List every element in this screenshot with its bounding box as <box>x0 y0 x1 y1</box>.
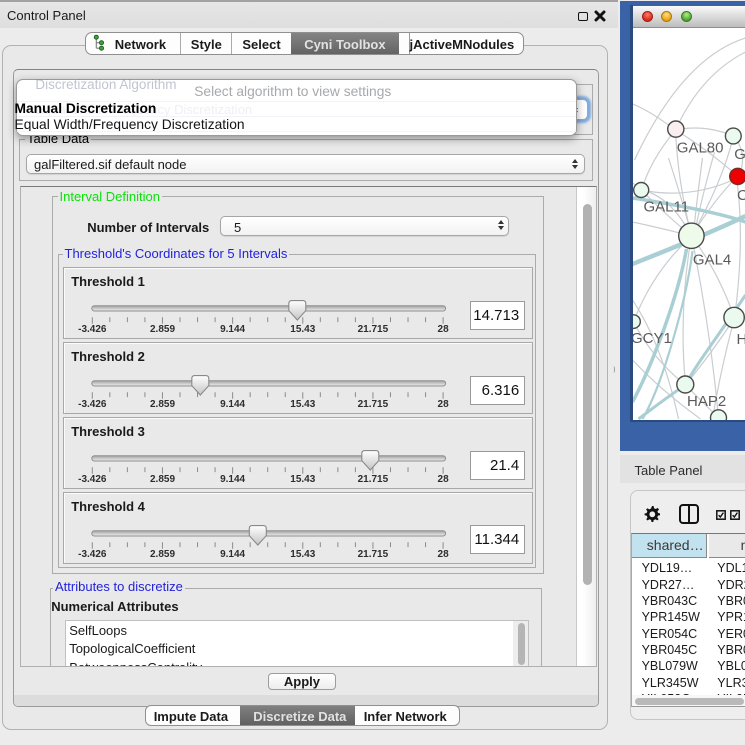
svg-text:21.715: 21.715 <box>357 474 388 485</box>
svg-text:21.715: 21.715 <box>357 399 388 410</box>
svg-text:HAP2: HAP2 <box>687 393 726 410</box>
svg-text:GAL11: GAL11 <box>643 199 689 216</box>
svg-text:9.144: 9.144 <box>220 324 245 335</box>
svg-text:21.715: 21.715 <box>357 549 388 560</box>
svg-text:C: C <box>737 187 745 204</box>
svg-text:2.859: 2.859 <box>150 399 175 410</box>
svg-text:9.144: 9.144 <box>220 474 245 485</box>
svg-text:15.43: 15.43 <box>290 549 315 560</box>
svg-text:H: H <box>736 331 745 348</box>
svg-text:28: 28 <box>437 324 449 335</box>
svg-text:15.43: 15.43 <box>290 399 315 410</box>
svg-text:2.859: 2.859 <box>150 549 175 560</box>
svg-text:-3.426: -3.426 <box>78 474 107 485</box>
svg-text:9.144: 9.144 <box>220 549 245 560</box>
svg-text:15.43: 15.43 <box>290 324 315 335</box>
svg-text:GAL4: GAL4 <box>692 251 730 268</box>
svg-text:GAL80: GAL80 <box>676 140 723 157</box>
svg-text:28: 28 <box>437 474 449 485</box>
svg-text:21.715: 21.715 <box>357 324 388 335</box>
svg-text:28: 28 <box>437 399 449 410</box>
svg-text:2.859: 2.859 <box>150 474 175 485</box>
svg-text:15.43: 15.43 <box>290 474 315 485</box>
svg-text:-3.426: -3.426 <box>78 399 107 410</box>
svg-text:GCY1: GCY1 <box>633 330 672 347</box>
svg-text:-3.426: -3.426 <box>78 324 107 335</box>
svg-text:2.859: 2.859 <box>150 324 175 335</box>
svg-text:28: 28 <box>437 549 449 560</box>
svg-text:9.144: 9.144 <box>220 399 245 410</box>
svg-text:GA: GA <box>734 146 745 163</box>
svg-text:-3.426: -3.426 <box>78 549 107 560</box>
